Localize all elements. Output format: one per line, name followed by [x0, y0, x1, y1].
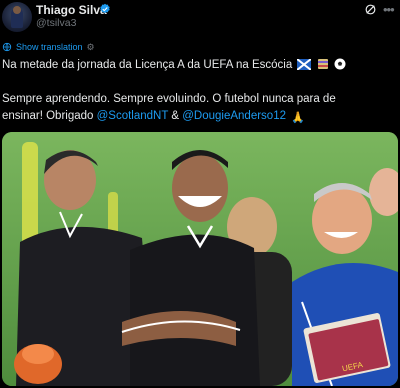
- show-translation-label: Show translation: [16, 42, 83, 52]
- mention-scotlandnt[interactable]: @ScotlandNT: [97, 110, 169, 122]
- post-line-1: Na metade da jornada da Licença A da UEF…: [2, 57, 398, 74]
- post-line-3: ensinar! Obrigado @ScotlandNT & @DougieA…: [2, 108, 398, 127]
- post-line-2: Sempre aprendendo. Sempre evoluindo. O f…: [2, 93, 336, 105]
- author-handle[interactable]: @tsilva3: [36, 17, 76, 29]
- author-name[interactable]: Thiago Silva: [36, 3, 107, 17]
- post-line-3-joiner: &: [168, 110, 183, 122]
- verified-badge-icon: [100, 3, 110, 14]
- scotland-flag-icon: [297, 59, 312, 70]
- more-horizontal-icon[interactable]: •••: [383, 2, 395, 17]
- show-translation-link[interactable]: Show translation ⚙: [2, 41, 95, 53]
- globe-icon: [2, 42, 12, 52]
- avatar[interactable]: [2, 2, 32, 32]
- post-line-3-text: ensinar! Obrigado: [2, 110, 97, 122]
- settings-gear-icon[interactable]: ⚙: [87, 42, 95, 53]
- mention-dougieanderso12[interactable]: @DougieAnderso12: [182, 110, 286, 122]
- avatar-head: [13, 6, 21, 14]
- grok-icon[interactable]: [364, 3, 377, 16]
- folded-hands-icon: 🙏: [291, 112, 305, 124]
- notebook-icon: [317, 59, 328, 69]
- soccer-ball-icon: [334, 58, 346, 70]
- post-header: Thiago Silva @tsilva3 •••: [0, 0, 400, 36]
- post-photo[interactable]: UEFA: [2, 132, 398, 386]
- photo-scene: UEFA: [2, 132, 398, 386]
- post-text: Na metade da jornada da Licença A da UEF…: [2, 57, 398, 127]
- post-line-1-text: Na metade da jornada da Licença A da UEF…: [2, 59, 293, 71]
